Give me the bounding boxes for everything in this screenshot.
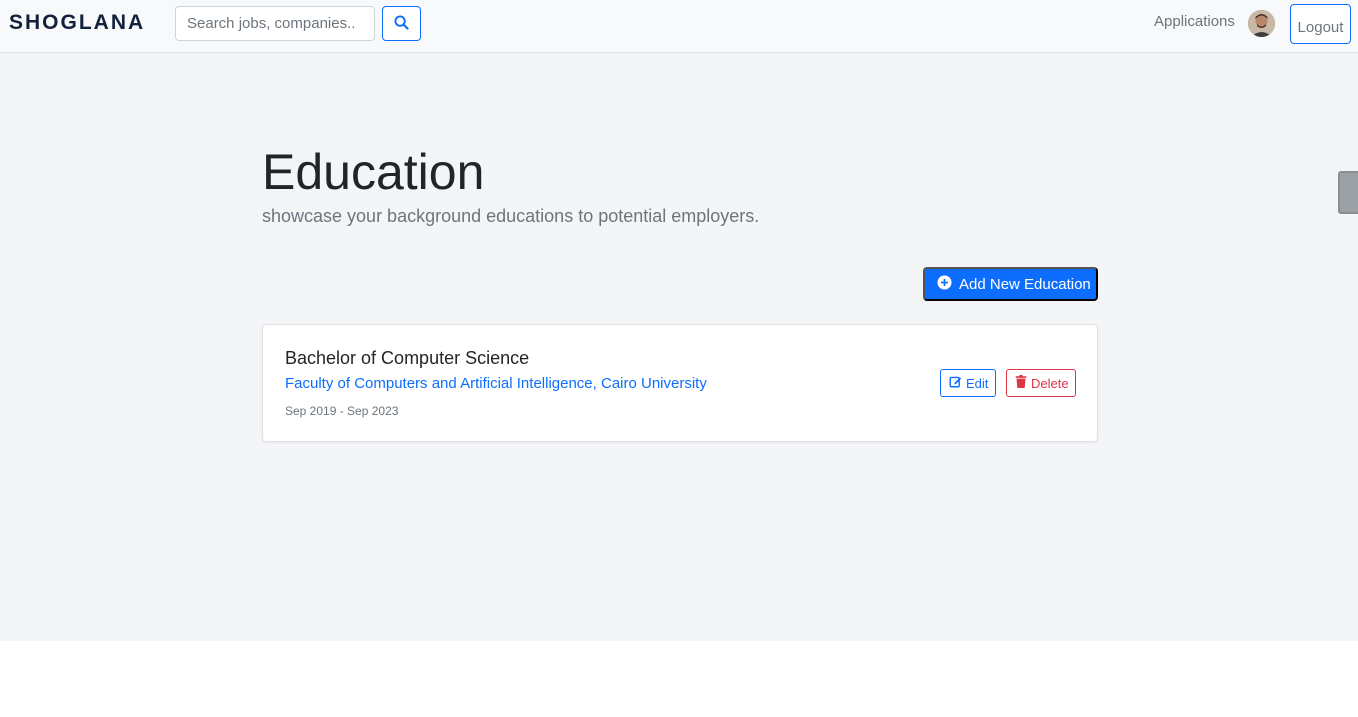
education-degree: Bachelor of Computer Science (285, 348, 530, 368)
delete-button[interactable]: Delete (1006, 369, 1076, 397)
trash-icon (1015, 375, 1027, 391)
plus-circle-icon (937, 274, 952, 294)
search-icon (394, 14, 409, 33)
search-input[interactable] (175, 6, 375, 41)
search-button[interactable] (382, 6, 421, 41)
nav-link-applications[interactable]: Applications (1154, 13, 1235, 30)
edit-icon (949, 375, 962, 391)
navbar: SHOGLANA Applications Logout (0, 0, 1358, 53)
education-card: Bachelor of Computer Science Faculty of … (262, 324, 1098, 442)
delete-label: Delete (1031, 375, 1069, 391)
page-subtitle: showcase your background educations to p… (262, 206, 760, 226)
page-title: Education (262, 144, 485, 200)
side-tab-widget[interactable] (1338, 171, 1358, 214)
main-content: Education showcase your background educa… (0, 53, 1358, 641)
brand-logo[interactable]: SHOGLANA (9, 11, 145, 35)
add-education-label: Add New Education (959, 275, 1091, 293)
avatar[interactable] (1248, 10, 1275, 37)
education-dates: Sep 2019 - Sep 2023 (285, 404, 399, 418)
edit-label: Edit (966, 375, 989, 391)
add-education-button[interactable]: Add New Education (923, 267, 1098, 301)
education-school-link[interactable]: Faculty of Computers and Artificial Inte… (285, 375, 707, 392)
footer-area (0, 641, 1358, 717)
edit-button[interactable]: Edit (940, 369, 996, 397)
page: SHOGLANA Applications Logout Education (0, 0, 1358, 717)
logout-button[interactable]: Logout (1290, 4, 1351, 44)
